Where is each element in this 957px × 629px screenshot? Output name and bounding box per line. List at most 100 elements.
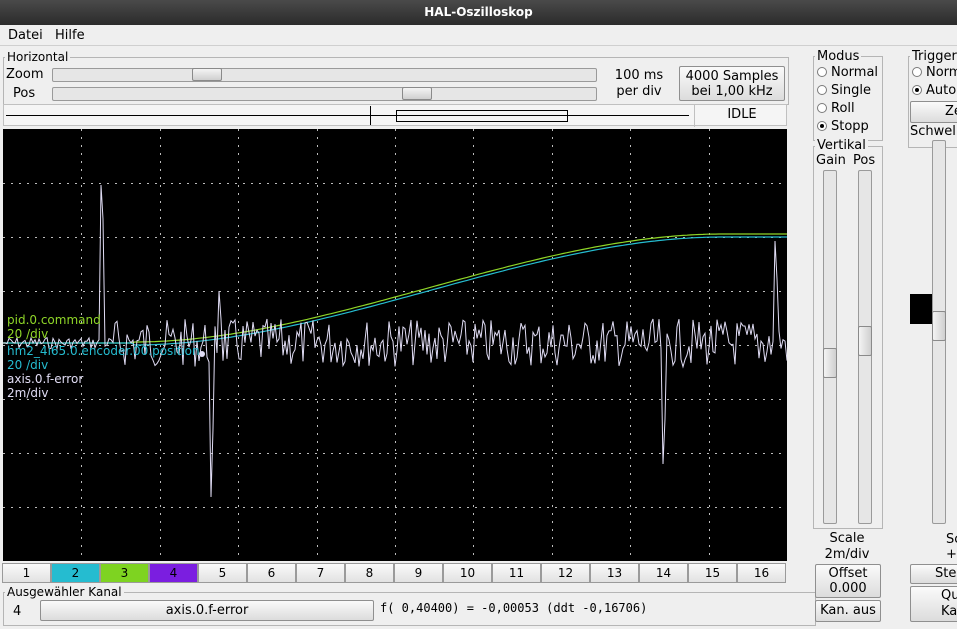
channel-button-11[interactable]: 11 bbox=[492, 563, 541, 583]
horizontal-pos-slider[interactable] bbox=[52, 87, 597, 101]
zoom-label: Zoom bbox=[6, 67, 44, 82]
channel-button-4[interactable]: 4 bbox=[149, 563, 198, 583]
channel-button-13[interactable]: 13 bbox=[590, 563, 639, 583]
radio-dot bbox=[817, 103, 827, 113]
radio-dot bbox=[817, 67, 827, 77]
channel-button-10[interactable]: 10 bbox=[443, 563, 492, 583]
modus-single-radio[interactable]: Single bbox=[817, 83, 871, 98]
vertical-pos-slider-thumb[interactable] bbox=[858, 326, 872, 356]
samples-count: 4000 Samples bbox=[685, 69, 779, 84]
trigger-level-label: Schwel bbox=[910, 124, 956, 139]
channel-button-3[interactable]: 3 bbox=[100, 563, 149, 583]
zoom-slider-thumb[interactable] bbox=[192, 68, 222, 81]
modus-roll-radio[interactable]: Roll bbox=[817, 101, 855, 116]
record-line bbox=[6, 115, 689, 116]
radio-dot bbox=[817, 85, 827, 95]
modus-single-label: Single bbox=[831, 83, 871, 98]
vertikal-title: Vertikal bbox=[815, 138, 868, 153]
modus-stopp-label: Stopp bbox=[831, 119, 869, 134]
horizontal-pos-slider-thumb[interactable] bbox=[402, 87, 432, 100]
offset-label: Offset bbox=[828, 566, 868, 581]
channel-button-2[interactable]: 2 bbox=[51, 563, 100, 583]
gain-slider[interactable] bbox=[823, 170, 837, 524]
selected-channel-number: 4 bbox=[13, 604, 22, 619]
gain-label: Gain bbox=[816, 153, 846, 168]
trace-2-name: hm2_4i65.0.encoder.00.position bbox=[7, 344, 200, 358]
channel-button-14[interactable]: 14 bbox=[639, 563, 688, 583]
trace-1-scale: 20 /div bbox=[7, 327, 49, 341]
trigger-title: Trigger bbox=[910, 49, 957, 64]
scope-display[interactable]: pid.0.command 20 /div hm2_4i65.0.encoder… bbox=[2, 129, 788, 561]
trace-2-scale: 20 /div bbox=[7, 358, 49, 372]
trigger-query-button[interactable]: Qu Ka bbox=[910, 586, 957, 622]
trigger-normal-radio[interactable]: Normal bbox=[912, 65, 957, 80]
channel-off-button[interactable]: Kan. aus bbox=[815, 600, 881, 622]
offset-value: 0.000 bbox=[829, 581, 867, 596]
window-titlebar: HAL-Oszilloskop bbox=[0, 0, 957, 25]
channel-button-9[interactable]: 9 bbox=[394, 563, 443, 583]
menu-datei[interactable]: Datei bbox=[8, 28, 43, 43]
zoom-slider[interactable] bbox=[52, 68, 597, 82]
display-window-marker bbox=[396, 110, 568, 122]
trigger-scale-value: +1 bbox=[946, 547, 957, 562]
trigger-position-marker bbox=[370, 106, 371, 125]
modus-stopp-radio[interactable]: Stopp bbox=[817, 119, 869, 134]
gain-slider-thumb[interactable] bbox=[823, 348, 837, 378]
trigger-panel: Trigger Normal Auto Ze Schwel Sc +1 Ste … bbox=[900, 44, 957, 629]
trace-3-name: axis.0.f-error bbox=[7, 372, 84, 386]
radio-dot-selected bbox=[912, 85, 922, 95]
trigger-auto-radio[interactable]: Auto bbox=[912, 83, 956, 98]
cursor-readout: f( 0,40400) = -0,00053 (ddt -0,16706) bbox=[380, 601, 648, 615]
channel-button-15[interactable]: 15 bbox=[688, 563, 737, 583]
vertical-scale-value: 2m/div bbox=[824, 547, 870, 562]
radio-dot bbox=[912, 67, 922, 77]
trigger-query-label-2: Ka bbox=[941, 604, 957, 619]
horizontal-title: Horizontal bbox=[5, 50, 71, 64]
channel-button-16[interactable]: 16 bbox=[737, 563, 786, 583]
trigger-source-button[interactable]: Ze bbox=[910, 101, 957, 123]
time-scale-value: 100 ms bbox=[614, 68, 664, 83]
channel-button-7[interactable]: 7 bbox=[296, 563, 345, 583]
trigger-level-thumb[interactable] bbox=[932, 311, 946, 341]
modus-roll-label: Roll bbox=[831, 101, 855, 116]
record-position-bar[interactable]: IDLE bbox=[3, 104, 789, 127]
selected-channel-source-button[interactable]: axis.0.f-error bbox=[40, 600, 374, 621]
trace-label-2: hm2_4i65.0.encoder.00.position 20 /div bbox=[7, 344, 200, 372]
time-scale-unit: per div bbox=[616, 84, 662, 99]
modus-title: Modus bbox=[815, 49, 862, 64]
menu-bar: Datei Hilfe bbox=[0, 25, 957, 46]
trigger-normal-label: Normal bbox=[926, 65, 957, 80]
trace-label-3: axis.0.f-error 2m/div bbox=[7, 372, 83, 400]
channel-button-8[interactable]: 8 bbox=[345, 563, 394, 583]
time-scale: 100 ms per div bbox=[600, 68, 678, 100]
trace-3-scale: 2m/div bbox=[7, 386, 49, 400]
offset-button[interactable]: Offset 0.000 bbox=[815, 564, 881, 598]
channel-button-12[interactable]: 12 bbox=[541, 563, 590, 583]
selected-channel-title: Ausgewähler Kanal bbox=[5, 585, 124, 599]
channel-button-6[interactable]: 6 bbox=[247, 563, 296, 583]
run-state: IDLE bbox=[694, 105, 789, 127]
channel-button-1[interactable]: 1 bbox=[2, 563, 51, 583]
modus-normal-radio[interactable]: Normal bbox=[817, 65, 878, 80]
vertical-pos-label: Pos bbox=[853, 153, 876, 168]
window-title: HAL-Oszilloskop bbox=[424, 5, 533, 19]
menu-hilfe[interactable]: Hilfe bbox=[55, 28, 85, 43]
samples-rate: bei 1,00 kHz bbox=[691, 84, 773, 99]
radio-dot-selected bbox=[817, 121, 827, 131]
trigger-level-slider[interactable] bbox=[932, 140, 946, 524]
vertical-scale: Scale 2m/div bbox=[813, 531, 881, 563]
trigger-query-label-1: Qu bbox=[941, 588, 957, 603]
modus-normal-label: Normal bbox=[831, 65, 879, 80]
trace-label-1: pid.0.command 20 /div bbox=[7, 313, 101, 341]
trigger-auto-label: Auto bbox=[926, 83, 957, 98]
channel-button-5[interactable]: 5 bbox=[198, 563, 247, 583]
cursor-marker bbox=[199, 351, 205, 357]
trigger-edge-button[interactable]: Ste bbox=[910, 564, 957, 584]
pos-label: Pos bbox=[13, 86, 36, 101]
vertical-scale-label: Scale bbox=[829, 531, 865, 546]
samples-button[interactable]: 4000 Samples bei 1,00 kHz bbox=[679, 66, 785, 101]
trigger-level-indicator bbox=[910, 294, 932, 324]
trigger-scale-label: Sc bbox=[946, 532, 957, 547]
trace-1-name: pid.0.command bbox=[7, 313, 101, 327]
vertical-pos-slider[interactable] bbox=[858, 170, 872, 524]
